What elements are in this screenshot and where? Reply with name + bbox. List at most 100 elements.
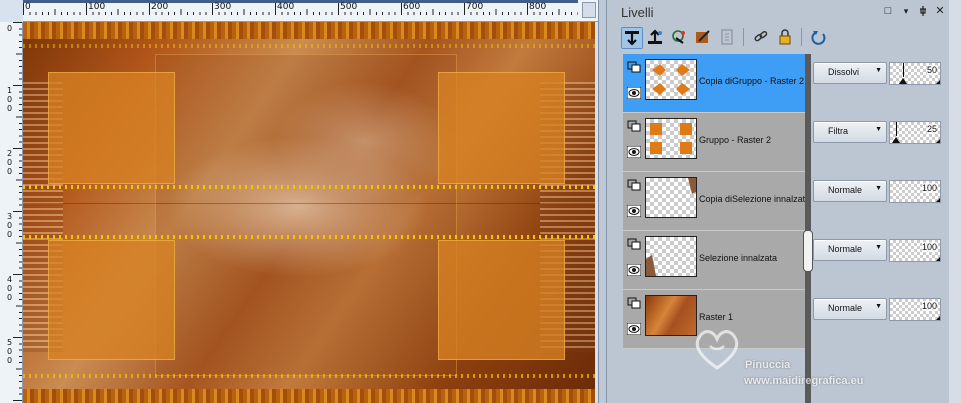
layer-link-icon[interactable] xyxy=(627,61,641,73)
chevron-down-icon: ▼ xyxy=(875,185,882,192)
window-edge xyxy=(949,0,961,403)
layer-row[interactable]: Selezione innalzata Normale ▼ 100 xyxy=(623,231,943,290)
ruler-label: 0 xyxy=(25,2,31,12)
layer-name[interactable]: Selezione innalzata xyxy=(699,253,777,263)
opacity-value: 25 xyxy=(926,124,937,134)
layer-thumbnail-art xyxy=(688,178,696,194)
layer-link-icon[interactable] xyxy=(627,297,641,309)
blend-mode-dropdown[interactable]: Normale ▼ xyxy=(813,298,887,320)
visibility-eye-icon[interactable] xyxy=(627,264,641,276)
palette-menu-button[interactable]: ▾ xyxy=(899,5,913,17)
new-raster-layer-button[interactable] xyxy=(621,27,643,49)
layer-name[interactable]: Copia diSelezione innalzata xyxy=(699,194,810,204)
artwork-panel-top-right xyxy=(438,72,565,184)
blend-mode-value: Normale xyxy=(828,303,863,313)
ruler-label: 500 xyxy=(340,2,358,12)
visibility-eye-icon[interactable] xyxy=(627,87,641,99)
link-button[interactable] xyxy=(751,27,771,47)
visibility-eye-icon[interactable] xyxy=(627,205,641,217)
layer-thumbnail xyxy=(645,59,697,100)
close-button[interactable]: ✕ xyxy=(933,5,947,17)
layer-link-icon[interactable] xyxy=(627,179,641,191)
layer-row[interactable]: Gruppo - Raster 2 Filtra ▼ 25 xyxy=(623,113,943,172)
ruler-label: 0 xyxy=(6,167,13,176)
opacity-slider-thumb[interactable] xyxy=(892,137,900,143)
opacity-marker xyxy=(896,122,897,136)
layer-row[interactable]: Copia diGruppo - Raster 2 Dissolvi ▼ 50 xyxy=(623,54,943,113)
horizontal-ruler[interactable]: 0 100 200 300 400 500 600 700 800 xyxy=(23,0,598,22)
new-adjustment-layer-button[interactable] xyxy=(669,27,689,47)
slider-corner-icon xyxy=(936,139,940,143)
layer-list-scroll-grip[interactable] xyxy=(803,230,813,272)
refresh-icon xyxy=(811,31,826,45)
slider-corner-icon xyxy=(936,80,940,84)
blend-mode-dropdown[interactable]: Normale ▼ xyxy=(813,239,887,261)
layer-name[interactable]: Gruppo - Raster 2 xyxy=(699,135,771,145)
layer-row-body[interactable]: Gruppo - Raster 2 xyxy=(623,113,806,172)
visibility-eye-icon[interactable] xyxy=(627,146,641,158)
layer-row-body[interactable]: Selezione innalzata xyxy=(623,231,806,290)
new-mask-layer-button[interactable] xyxy=(693,27,713,47)
artwork-panel-bottom-left xyxy=(48,240,175,360)
palette-header: Livelli □ ▾ ✕ xyxy=(607,0,949,24)
opacity-slider[interactable]: 25 xyxy=(889,121,941,144)
ruler-ticks xyxy=(23,3,578,15)
refresh-button[interactable] xyxy=(809,27,829,47)
artwork-guide-line xyxy=(23,203,595,204)
blend-mode-dropdown[interactable]: Filtra ▼ xyxy=(813,121,887,143)
watermark-url: www.maidiregrafica.eu xyxy=(744,375,864,387)
opacity-slider-thumb[interactable] xyxy=(899,78,907,84)
blend-mode-value: Normale xyxy=(828,244,863,254)
ruler-label: 0 xyxy=(6,230,13,239)
ruler-ticks xyxy=(13,22,22,403)
pin-icon xyxy=(920,6,926,16)
ruler-label: 5 xyxy=(6,338,13,347)
blend-mode-dropdown[interactable]: Dissolvi ▼ xyxy=(813,62,887,84)
new-vector-layer-button[interactable] xyxy=(645,27,665,47)
layer-row-body[interactable]: Copia diSelezione innalzata xyxy=(623,172,810,231)
new-group-button[interactable] xyxy=(717,27,737,47)
ruler-label: 3 xyxy=(6,212,13,221)
slider-corner-icon xyxy=(936,316,940,320)
ruler-label: 0 xyxy=(6,104,13,113)
opacity-slider[interactable]: 100 xyxy=(889,180,941,203)
ruler-label: 100 xyxy=(88,2,106,12)
ruler-corner-button[interactable] xyxy=(582,2,596,18)
ruler-label: 0 xyxy=(6,356,13,365)
chevron-down-icon: ▼ xyxy=(875,126,882,133)
vertical-ruler[interactable]: 0 1 0 0 2 0 0 3 0 0 4 0 0 5 0 0 xyxy=(0,22,23,403)
ruler-label: 0 xyxy=(6,158,13,167)
opacity-slider[interactable]: 100 xyxy=(889,298,941,321)
image-artwork[interactable] xyxy=(23,22,595,403)
blend-mode-dropdown[interactable]: Normale ▼ xyxy=(813,180,887,202)
layer-thumbnail-art xyxy=(650,123,692,154)
layer-name[interactable]: Copia diGruppo - Raster 2 xyxy=(699,76,804,86)
opacity-slider[interactable]: 100 xyxy=(889,239,941,262)
artwork-dotted-line xyxy=(23,44,595,48)
heart-logo-icon xyxy=(695,330,739,370)
artwork-dotted-line xyxy=(23,374,595,378)
ruler-label: 800 xyxy=(529,2,547,12)
palette-toolbar xyxy=(621,27,943,51)
toolbar-separator xyxy=(743,28,744,46)
slider-corner-icon xyxy=(936,198,940,202)
new-adjustment-layer-icon xyxy=(672,30,685,44)
layer-link-icon[interactable] xyxy=(627,238,641,250)
layer-thumbnail xyxy=(645,177,697,218)
layer-link-icon[interactable] xyxy=(627,120,641,132)
artwork-center-frame xyxy=(155,54,457,376)
lock-button[interactable] xyxy=(775,27,795,47)
opacity-marker xyxy=(903,63,904,77)
layer-row-body[interactable]: Copia diGruppo - Raster 2 xyxy=(623,54,806,113)
palette-title: Livelli xyxy=(621,5,654,20)
pin-button[interactable] xyxy=(916,5,930,20)
blend-mode-value: Dissolvi xyxy=(828,67,860,77)
new-group-icon xyxy=(721,29,733,45)
layer-row[interactable]: Copia diSelezione innalzata Normale ▼ 100 xyxy=(623,172,943,231)
layer-name[interactable]: Raster 1 xyxy=(699,312,733,322)
maximize-button[interactable]: □ xyxy=(881,5,895,17)
ruler-label: 0 xyxy=(6,221,13,230)
opacity-slider[interactable]: 50 xyxy=(889,62,941,85)
ruler-label: 200 xyxy=(151,2,169,12)
visibility-eye-icon[interactable] xyxy=(627,323,641,335)
